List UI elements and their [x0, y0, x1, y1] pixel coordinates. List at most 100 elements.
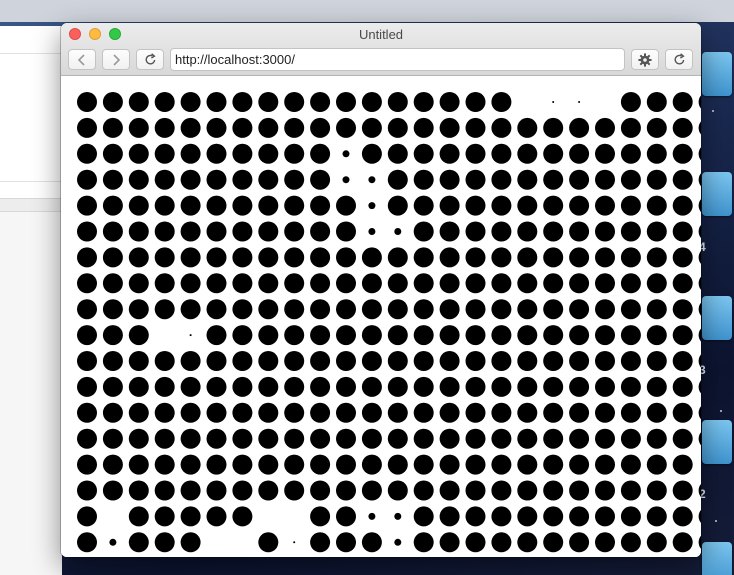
halftone-dot	[206, 454, 227, 475]
star	[720, 410, 722, 412]
halftone-dot	[491, 221, 512, 242]
halftone-dot	[232, 480, 253, 501]
desktop-folder-icon[interactable]	[702, 296, 732, 340]
reload-button[interactable]	[136, 49, 164, 70]
halftone-dot	[258, 169, 279, 190]
halftone-dot	[102, 221, 123, 242]
halftone-dot	[102, 117, 123, 138]
halftone-dot	[154, 480, 175, 501]
halftone-dot	[465, 325, 486, 346]
back-button[interactable]	[68, 49, 96, 70]
halftone-dot	[517, 532, 538, 553]
halftone-dot	[465, 221, 486, 242]
halftone-dot	[646, 506, 667, 527]
halftone-dot	[77, 532, 97, 553]
halftone-dot	[672, 506, 693, 527]
desktop-folder-icon[interactable]	[702, 52, 732, 96]
halftone-dot	[672, 454, 693, 475]
halftone-dot	[206, 480, 227, 501]
halftone-dot	[465, 92, 486, 112]
halftone-dot	[284, 92, 305, 112]
halftone-dot	[310, 506, 331, 527]
halftone-dot	[387, 376, 408, 397]
halftone-dot	[646, 428, 667, 449]
halftone-dot	[439, 325, 460, 346]
halftone-dot	[206, 506, 227, 527]
halftone-dot	[361, 454, 382, 475]
halftone-dot	[543, 299, 564, 320]
halftone-dot	[154, 92, 175, 112]
halftone-dot	[310, 325, 331, 346]
desktop-menubar-strip	[0, 0, 734, 22]
halftone-dot	[180, 247, 201, 268]
halftone-dot	[672, 247, 693, 268]
halftone-dot	[465, 532, 486, 553]
halftone-dot	[517, 402, 538, 423]
browser-window[interactable]: Untitled http://localhost:3000/	[61, 23, 701, 557]
halftone-dot	[154, 195, 175, 216]
halftone-dot	[154, 169, 175, 190]
halftone-dot	[465, 169, 486, 190]
background-window[interactable]	[0, 26, 62, 575]
halftone-dot	[180, 143, 201, 164]
halftone-dot	[102, 273, 123, 294]
halftone-dot	[569, 454, 590, 475]
halftone-dot	[465, 195, 486, 216]
halftone-dot	[543, 273, 564, 294]
halftone-dot	[595, 402, 615, 423]
halftone-dot	[439, 117, 460, 138]
halftone-dot	[517, 454, 538, 475]
halftone-dot	[180, 532, 201, 553]
address-bar[interactable]: http://localhost:3000/	[170, 48, 625, 71]
halftone-dot	[439, 402, 460, 423]
halftone-dot	[368, 228, 376, 235]
halftone-dot	[413, 351, 434, 371]
halftone-dot	[77, 169, 97, 190]
halftone-dot	[180, 273, 201, 294]
desktop-folder-icon[interactable]	[702, 172, 732, 216]
halftone-dot	[491, 376, 512, 397]
halftone-dot-grid	[61, 77, 701, 557]
halftone-dot	[77, 402, 97, 423]
reload-icon	[145, 53, 156, 65]
halftone-dot	[439, 454, 460, 475]
halftone-dot	[102, 247, 123, 268]
halftone-dot	[180, 428, 201, 449]
halftone-dot	[109, 538, 117, 546]
halftone-dot	[102, 92, 123, 112]
settings-button[interactable]	[631, 49, 659, 70]
halftone-dot	[413, 480, 434, 501]
halftone-dot	[620, 454, 641, 475]
halftone-dot	[284, 454, 305, 475]
halftone-dot	[336, 454, 356, 475]
halftone-dot	[128, 92, 149, 112]
halftone-dot	[517, 143, 538, 164]
forward-button[interactable]	[102, 49, 130, 70]
halftone-dot	[578, 101, 581, 103]
refresh-button[interactable]	[665, 49, 693, 70]
halftone-dot	[310, 273, 331, 294]
halftone-dot	[258, 325, 279, 346]
halftone-dot	[646, 143, 667, 164]
halftone-dot	[672, 351, 693, 371]
halftone-dot	[672, 325, 693, 346]
halftone-dot	[284, 143, 305, 164]
halftone-dot	[336, 351, 356, 371]
halftone-dot	[413, 506, 434, 527]
halftone-dot	[517, 299, 538, 320]
halftone-dot	[595, 376, 615, 397]
title-bar[interactable]: Untitled http://localhost:3000/	[61, 23, 701, 76]
halftone-dot	[232, 428, 253, 449]
halftone-dot	[491, 195, 512, 216]
halftone-dot	[543, 376, 564, 397]
halftone-dot	[491, 351, 512, 371]
desktop-folder-icon[interactable]	[702, 542, 732, 575]
page-content[interactable]	[61, 77, 701, 557]
desktop-folder-icon[interactable]	[702, 420, 732, 464]
halftone-dot	[387, 117, 408, 138]
halftone-dot	[206, 92, 227, 112]
halftone-dot	[368, 202, 376, 210]
halftone-dot	[465, 480, 486, 501]
halftone-dot	[413, 221, 434, 242]
halftone-dot	[595, 143, 615, 164]
